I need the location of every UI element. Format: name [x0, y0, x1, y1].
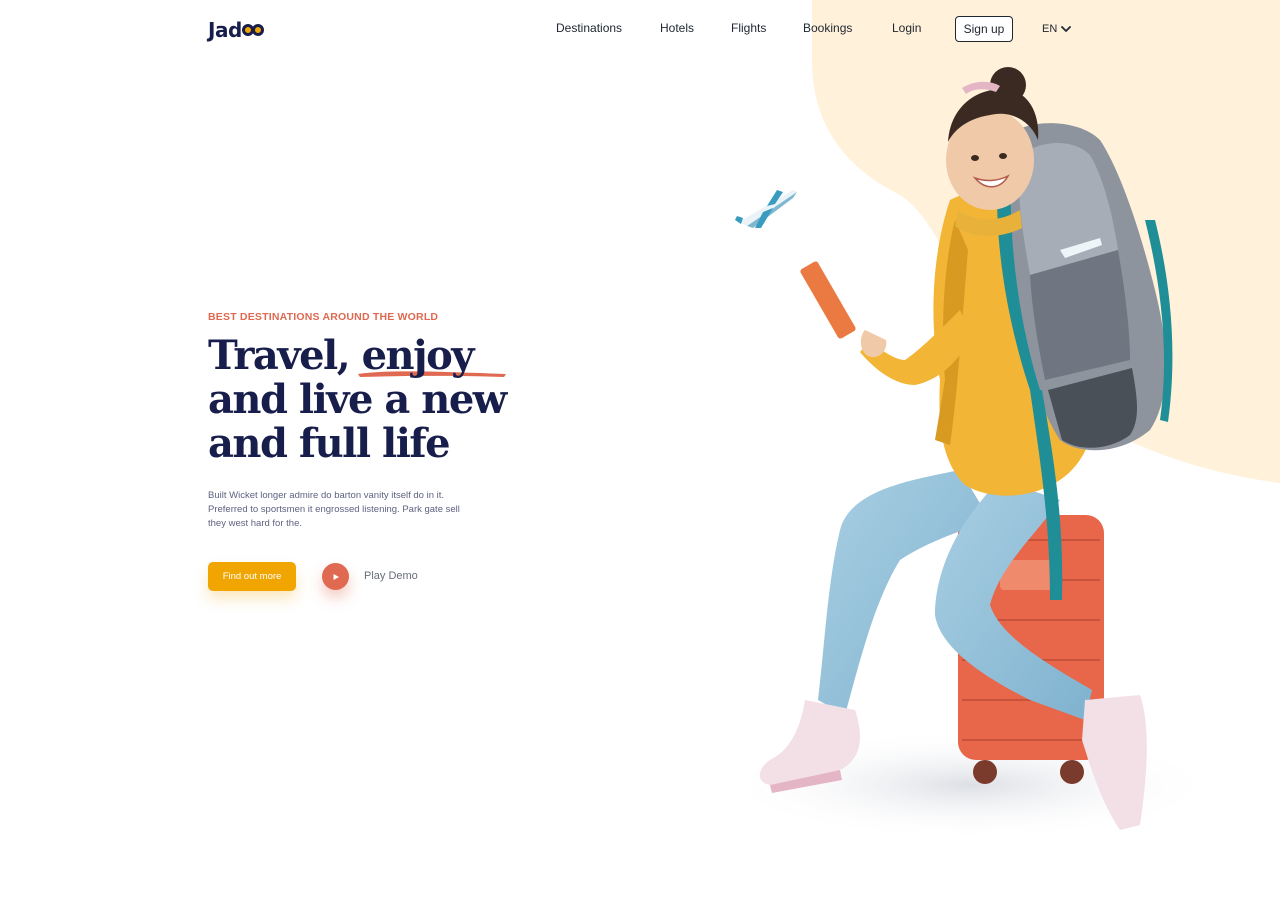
- nav-hotels[interactable]: Hotels: [660, 20, 694, 36]
- traveler-illustration: [720, 67, 1220, 840]
- headline-highlight-wrap: enjoy: [357, 332, 506, 379]
- hero-eyebrow: BEST DESTINATIONS AROUND THE WORLD: [208, 311, 439, 323]
- nav-flights[interactable]: Flights: [731, 20, 766, 36]
- language-selector[interactable]: EN: [1042, 22, 1072, 36]
- nav-bookings[interactable]: Bookings: [803, 20, 852, 36]
- top-navigation: Jad Destinations Hotels Flights Bookings…: [0, 0, 1280, 60]
- main-nav: Destinations Hotels Flights Bookings Log…: [0, 20, 1280, 40]
- headline-line-3: and full life: [208, 420, 451, 467]
- airplane-icon: [735, 190, 797, 228]
- headline-line-2: and live a new: [208, 376, 507, 423]
- headline-part1: Travel,: [208, 332, 362, 379]
- nav-destinations[interactable]: Destinations: [556, 20, 622, 36]
- chevron-down-icon: [1061, 26, 1072, 32]
- nav-login[interactable]: Login: [892, 20, 921, 36]
- headline-highlight: enjoy: [361, 332, 475, 379]
- find-out-more-button[interactable]: Find out more: [208, 562, 296, 591]
- play-demo-button[interactable]: [322, 563, 349, 590]
- hero-headline: Travel, enjoy and live a new and full li…: [208, 334, 528, 466]
- language-label: EN: [1042, 23, 1058, 35]
- signup-button[interactable]: Sign up: [955, 16, 1013, 42]
- headline-line-1: Travel, enjoy: [208, 334, 528, 378]
- hero-description: Built Wicket longer admire do barton van…: [208, 490, 460, 529]
- play-icon: [333, 573, 339, 580]
- play-demo-label[interactable]: Play Demo: [364, 569, 418, 583]
